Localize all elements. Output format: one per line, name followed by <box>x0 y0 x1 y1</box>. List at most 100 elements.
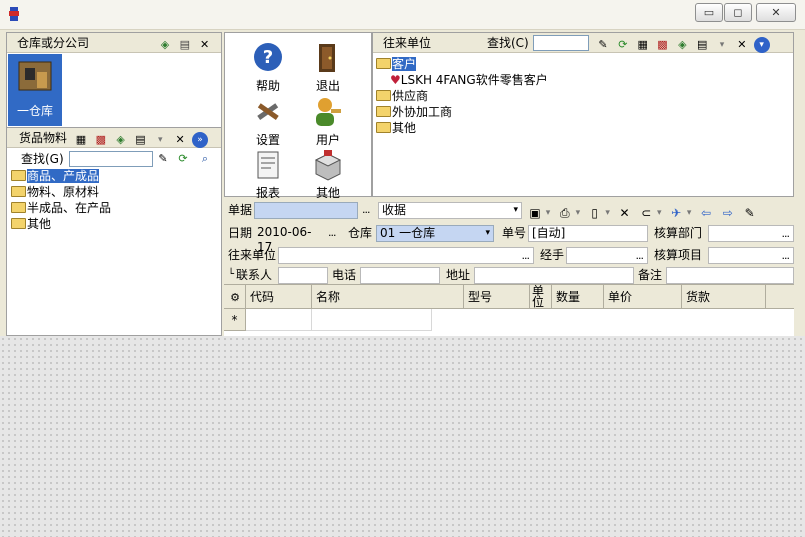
collapse-icon[interactable]: ▾ <box>753 36 770 53</box>
folder-open-icon <box>376 58 391 69</box>
other-box-icon <box>314 150 342 181</box>
exit-button[interactable]: 退出 <box>303 41 353 94</box>
minimize-button[interactable]: ▭ <box>695 3 723 22</box>
doc-browse-button[interactable]: ... <box>362 199 370 221</box>
edit-icon[interactable]: ▤ <box>132 132 148 148</box>
chevron-down-icon[interactable]: ▾ <box>152 132 168 148</box>
eraser-icon[interactable]: ✎ <box>595 37 611 53</box>
report-button[interactable]: 报表 <box>243 148 293 201</box>
chevron-down-icon[interactable]: ▾ <box>655 205 663 221</box>
project-input[interactable]: ... <box>708 247 794 264</box>
grid-cell[interactable] <box>312 309 432 331</box>
grid-corner[interactable]: ⚙ <box>224 285 246 309</box>
delete-icon[interactable]: ✕ <box>197 37 213 53</box>
doc-type-select[interactable]: 收据 ▾ <box>378 202 522 219</box>
delete-icon[interactable]: ✕ <box>734 37 750 53</box>
grid-settings-icon: ⚙ <box>230 290 240 304</box>
goods-search-input[interactable] <box>69 151 153 167</box>
address-input[interactable] <box>474 267 634 284</box>
partner-input[interactable]: ... <box>278 247 534 264</box>
number-input[interactable]: [自动] <box>528 225 648 242</box>
paint-icon[interactable]: ◈ <box>674 37 690 53</box>
warehouse-select[interactable]: 01 一仓库 ▾ <box>376 225 494 242</box>
warehouse-panel-header: 仓库或分公司 ◈ ▤ ✕ <box>7 33 221 53</box>
doc-input[interactable] <box>254 202 358 219</box>
goods-search-row: 查找(G) ✎ ⟳ ⌕ <box>7 149 221 169</box>
grid-header-name[interactable]: 名称 <box>312 285 464 309</box>
grid-header-unit[interactable]: 单位 <box>530 285 552 309</box>
warehouse-building-icon <box>18 61 52 91</box>
chevron-down-icon[interactable]: ▾ <box>714 37 730 53</box>
phone-input[interactable] <box>360 267 440 284</box>
contact-input[interactable] <box>278 267 328 284</box>
heart-icon: ♥ <box>390 73 401 87</box>
grid-header-model[interactable]: 型号 <box>464 285 530 309</box>
report-icon <box>257 151 279 179</box>
goods-search-label: 查找(G) <box>21 152 64 166</box>
warehouse-item-label: 一仓库 <box>16 104 53 118</box>
grid-header-qty[interactable]: 数量 <box>552 285 604 309</box>
eraser-icon[interactable]: ✎ <box>155 151 171 167</box>
goods-tree-item[interactable]: 其他 <box>11 216 211 232</box>
partner-browse-button[interactable]: ... <box>522 248 530 263</box>
handler-input[interactable]: ... <box>566 247 648 264</box>
grid-cell[interactable] <box>246 309 312 331</box>
barcode-icon[interactable]: ▦ <box>73 132 89 148</box>
warehouse-item[interactable]: 一仓库 <box>8 54 62 126</box>
partner-tree-item[interactable]: 客户 <box>376 56 676 72</box>
qr-icon[interactable]: ▩ <box>93 132 109 148</box>
grid-header-amount[interactable]: 货款 <box>682 285 766 309</box>
chevron-down-icon[interactable]: ▾ <box>604 205 612 221</box>
grid-new-row-marker: * <box>224 309 246 331</box>
restore-button[interactable]: ◻ <box>724 3 752 22</box>
refresh-icon[interactable]: ⟳ <box>615 37 631 53</box>
dept-input[interactable]: ... <box>708 225 794 242</box>
barcode-icon[interactable]: ▦ <box>635 37 651 53</box>
partner-tree-item[interactable]: ♥LSKH 4FANG软件零售客户 <box>376 72 676 88</box>
settings-button[interactable]: 设置 <box>243 95 293 148</box>
title-bar: ▭ ◻ ✕ <box>0 0 805 30</box>
goods-tree-item[interactable]: 半成品、在产品 <box>11 200 211 216</box>
user-button[interactable]: 用户 <box>303 95 353 148</box>
partner-search-input[interactable] <box>533 35 589 51</box>
chevron-down-icon[interactable]: ▾ <box>685 205 693 221</box>
project-browse-button[interactable]: ... <box>782 248 790 263</box>
date-browse-button[interactable]: ... <box>328 222 336 244</box>
save-icon[interactable]: ▣ <box>526 205 544 221</box>
handler-browse-button[interactable]: ... <box>636 248 644 263</box>
delete-icon[interactable]: ✕ <box>172 132 188 148</box>
dept-browse-button[interactable]: ... <box>782 226 790 241</box>
arrow-right-icon[interactable]: ⇨ <box>719 205 737 221</box>
paint-icon[interactable]: ◈ <box>113 132 129 148</box>
new-doc-icon[interactable]: ▯ <box>586 205 604 221</box>
grid-header-code[interactable]: 代码 <box>246 285 312 309</box>
satellite-icon[interactable]: ✈ <box>667 205 685 221</box>
find-icon[interactable]: ⌕ <box>197 151 213 167</box>
print-icon[interactable]: ⎙ <box>556 205 574 221</box>
partner-tree-item[interactable]: 供应商 <box>376 88 676 104</box>
refresh-icon[interactable]: ⟳ <box>175 151 191 167</box>
chevron-down-icon: ▾ <box>485 228 490 238</box>
edit-icon[interactable]: ▤ <box>177 37 193 53</box>
qr-icon[interactable]: ▩ <box>654 37 670 53</box>
remark-input[interactable] <box>666 267 794 284</box>
delete-icon[interactable]: ✕ <box>615 205 633 221</box>
forward-icon[interactable]: » <box>191 131 208 148</box>
chevron-down-icon[interactable]: ▾ <box>544 205 552 221</box>
paint-icon[interactable]: ◈ <box>157 37 173 53</box>
grid-header-price[interactable]: 单价 <box>604 285 682 309</box>
edit-icon[interactable]: ▤ <box>694 37 710 53</box>
help-button[interactable]: ? 帮助 <box>243 41 293 94</box>
date-input[interactable]: 2010-06-17 <box>254 225 322 254</box>
other-button[interactable]: 其他 <box>303 148 353 201</box>
partner-tree-item[interactable]: 其他 <box>376 120 676 136</box>
attach-icon[interactable]: ⊂ <box>637 205 655 221</box>
goods-tree-item[interactable]: 物料、原材料 <box>11 184 211 200</box>
partner-tree-item[interactable]: 外协加工商 <box>376 104 676 120</box>
arrow-left-icon[interactable]: ⇦ <box>697 205 715 221</box>
close-window-button[interactable]: ✕ <box>756 3 796 22</box>
handler-label: 经手 <box>540 248 565 262</box>
goods-tree-item[interactable]: 商品、产成品 <box>11 168 211 184</box>
eraser-icon[interactable]: ✎ <box>741 205 759 221</box>
chevron-down-icon[interactable]: ▾ <box>574 205 582 221</box>
